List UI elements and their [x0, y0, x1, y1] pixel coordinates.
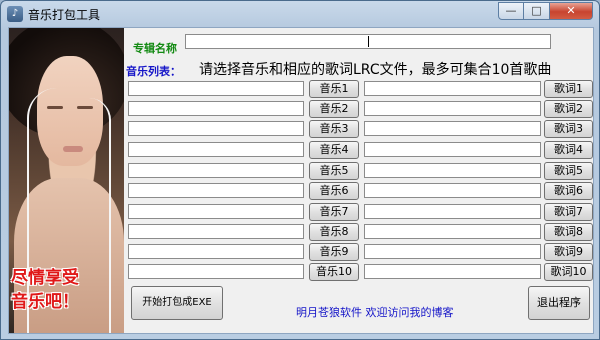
close-button[interactable]: ✕ [550, 2, 593, 20]
girl-headphones-photo: 尽情享受 音乐吧！ [9, 28, 124, 333]
music-browse-button-7[interactable]: 音乐7 [309, 203, 359, 221]
lyric-path-field-2[interactable] [364, 101, 541, 116]
lyric-browse-button-9[interactable]: 歌词9 [544, 243, 593, 261]
music-path-field-7[interactable] [128, 204, 304, 219]
lyric-browse-button-7[interactable]: 歌词7 [544, 203, 593, 221]
app-window: ♪ 音乐打包工具 — □ ✕ 尽情享受 音乐吧！ 专辑名称 音乐列表： 请选择音… [0, 0, 600, 340]
slogan-line-1: 尽情享受 [11, 268, 79, 288]
lyric-path-field-4[interactable] [364, 142, 541, 157]
music-browse-button-8[interactable]: 音乐8 [309, 223, 359, 241]
music-path-field-5[interactable] [128, 163, 304, 178]
photo-lips [63, 146, 83, 152]
lyric-path-field-10[interactable] [364, 264, 541, 279]
music-path-field-4[interactable] [128, 142, 304, 157]
maximize-button[interactable]: □ [524, 2, 550, 20]
music-browse-button-1[interactable]: 音乐1 [309, 80, 359, 98]
lyric-browse-button-6[interactable]: 歌词6 [544, 182, 593, 200]
music-browse-button-10[interactable]: 音乐10 [309, 263, 359, 281]
text-caret [368, 36, 369, 47]
client-area: 尽情享受 音乐吧！ 专辑名称 音乐列表： 请选择音乐和相应的歌词LRC文件，最多… [8, 27, 594, 334]
lyric-path-field-7[interactable] [364, 204, 541, 219]
lyric-browse-button-8[interactable]: 歌词8 [544, 223, 593, 241]
window-title: 音乐打包工具 [28, 8, 101, 22]
music-path-field-9[interactable] [128, 244, 304, 259]
music-browse-button-3[interactable]: 音乐3 [309, 120, 359, 138]
lyric-path-field-3[interactable] [364, 121, 541, 136]
lyric-browse-button-5[interactable]: 歌词5 [544, 162, 593, 180]
lyric-browse-button-10[interactable]: 歌词10 [544, 263, 593, 281]
music-app-icon: ♪ [7, 6, 23, 22]
minimize-button[interactable]: — [498, 2, 524, 20]
music-browse-button-6[interactable]: 音乐6 [309, 182, 359, 200]
music-list-hint: 请选择音乐和相应的歌词LRC文件，最多可集合10首歌曲 [199, 62, 552, 78]
window-controls: — □ ✕ [498, 2, 593, 21]
album-name-label: 专辑名称 [133, 42, 177, 55]
lyric-browse-button-4[interactable]: 歌词4 [544, 141, 593, 159]
music-browse-button-9[interactable]: 音乐9 [309, 243, 359, 261]
music-path-field-3[interactable] [128, 121, 304, 136]
music-path-field-10[interactable] [128, 264, 304, 279]
music-path-field-1[interactable] [128, 81, 304, 96]
lyric-browse-button-3[interactable]: 歌词3 [544, 120, 593, 138]
music-path-field-8[interactable] [128, 224, 304, 239]
album-name-input[interactable] [185, 34, 551, 49]
exit-button[interactable]: 退出程序 [528, 286, 590, 320]
music-browse-button-4[interactable]: 音乐4 [309, 141, 359, 159]
lyric-path-field-8[interactable] [364, 224, 541, 239]
slogan-line-2: 音乐吧！ [11, 292, 79, 312]
lyric-path-field-1[interactable] [364, 81, 541, 96]
pack-exe-button[interactable]: 开始打包成EXE [131, 286, 223, 320]
lyric-browse-button-1[interactable]: 歌词1 [544, 80, 593, 98]
music-list-label: 音乐列表： [126, 65, 181, 78]
music-browse-button-2[interactable]: 音乐2 [309, 100, 359, 118]
title-bar[interactable]: ♪ 音乐打包工具 — □ ✕ [1, 1, 599, 27]
music-browse-button-5[interactable]: 音乐5 [309, 162, 359, 180]
lyric-path-field-9[interactable] [364, 244, 541, 259]
lyric-browse-button-2[interactable]: 歌词2 [544, 100, 593, 118]
photo-slogan: 尽情享受 音乐吧！ [11, 266, 121, 314]
music-path-field-6[interactable] [128, 183, 304, 198]
author-blog-link[interactable]: 明月苍狼软件 欢迎访问我的博客 [296, 304, 454, 320]
music-path-field-2[interactable] [128, 101, 304, 116]
lyric-path-field-6[interactable] [364, 183, 541, 198]
lyric-path-field-5[interactable] [364, 163, 541, 178]
